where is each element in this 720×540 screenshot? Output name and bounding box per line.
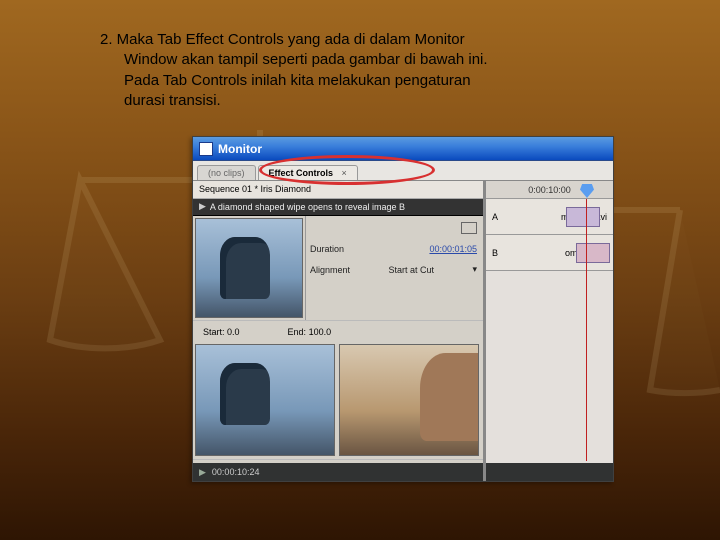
transition-description-row: ▶ A diamond shaped wipe opens to reveal …	[193, 199, 483, 217]
instruction-line2: Window akan tampil seperti pada gambar d…	[124, 50, 600, 70]
start-value[interactable]: 0.0	[227, 327, 240, 337]
monitor-window: Monitor (no clips) Effect Controls × Seq…	[192, 136, 614, 482]
clip-a-block[interactable]	[566, 207, 600, 227]
left-panel: Sequence 01 * Iris Diamond ▶ A diamond s…	[193, 181, 483, 481]
timecode-ruler[interactable]: 0:00:10:00	[486, 181, 613, 199]
instruction-text: 2. Maka Tab Effect Controls yang ada di …	[100, 30, 600, 111]
main-area: Sequence 01 * Iris Diamond ▶ A diamond s…	[193, 181, 613, 481]
clip-row-b: B ombak 7.a	[486, 235, 613, 271]
playhead-line[interactable]	[586, 199, 587, 461]
close-icon[interactable]: ×	[342, 168, 347, 178]
tab-no-clips[interactable]: (no clips)	[197, 165, 256, 180]
instruction-line1: 2. Maka Tab Effect Controls yang ada di …	[100, 31, 465, 48]
preview-start-frame	[195, 344, 335, 456]
window-icon	[199, 142, 213, 156]
tab-effect-controls[interactable]: Effect Controls ×	[258, 165, 358, 180]
big-preview-row	[193, 342, 483, 460]
timeline-panel: 0:00:10:00 A movie-1.avi B ombak 7.a	[483, 181, 613, 481]
clip-b-prefix: B	[492, 248, 498, 258]
tab-bar: (no clips) Effect Controls ×	[193, 161, 613, 181]
instruction-line3: Pada Tab Controls inilah kita melakukan …	[124, 71, 600, 91]
flash-indicator	[461, 222, 477, 234]
play-icon[interactable]: ▶	[199, 467, 206, 478]
sequence-path: Sequence 01 * Iris Diamond	[193, 181, 483, 199]
titlebar: Monitor	[193, 137, 613, 161]
window-title: Monitor	[218, 142, 262, 156]
start-end-row: Start: 0.0 End: 100.0	[193, 320, 483, 342]
alignment-value[interactable]: Start at Cut	[388, 265, 434, 275]
tab-effect-controls-label: Effect Controls	[269, 168, 334, 178]
clip-b-block[interactable]	[576, 243, 610, 263]
duration-label: Duration	[310, 244, 344, 254]
preview-thumb-a	[195, 218, 303, 318]
playhead-marker-icon[interactable]	[580, 184, 594, 198]
preview-row: Duration 00:00:01:05 Alignment Start at …	[193, 216, 483, 320]
clip-a-prefix: A	[492, 212, 498, 222]
clip-row-a: A movie-1.avi	[486, 199, 613, 235]
end-label: End:	[288, 327, 307, 337]
footer-bar: ▶ 00:00:10:24	[193, 463, 483, 481]
preview-end-frame	[339, 344, 479, 456]
timecode-header-value: 0:00:10:00	[528, 185, 571, 195]
duration-value[interactable]: 00:00:01:05	[429, 244, 477, 254]
end-value[interactable]: 100.0	[309, 327, 332, 337]
transition-description: A diamond shaped wipe opens to reveal im…	[210, 202, 405, 212]
timeline-footer	[486, 463, 613, 481]
alignment-label: Alignment	[310, 265, 350, 275]
expand-triangle-icon[interactable]: ▶	[199, 201, 206, 212]
footer-timecode: 00:00:10:24	[212, 467, 260, 477]
preview-controls: Duration 00:00:01:05 Alignment Start at …	[305, 216, 483, 320]
start-label: Start:	[203, 327, 225, 337]
instruction-line4: durasi transisi.	[124, 91, 600, 111]
chevron-down-icon[interactable]: ▾	[472, 264, 477, 275]
